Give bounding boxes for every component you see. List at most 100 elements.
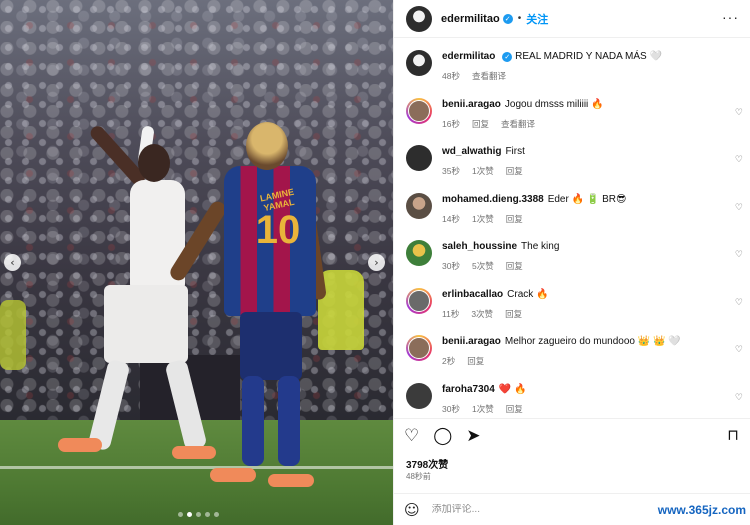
- comment-item: benii.aragao Melhor zagueiro do mundooo 👑…: [394, 329, 750, 377]
- player-barca-leg: [278, 376, 300, 466]
- caption-text: REAL MADRID Y NADA MÁS 🤍: [515, 51, 662, 62]
- post-time: 48秒前: [406, 472, 431, 481]
- post-header: edermilitao ✓ • 关注 ···: [394, 0, 750, 38]
- comment-like-count[interactable]: 1次赞: [472, 214, 494, 224]
- comment-like-icon[interactable]: ♡: [735, 250, 743, 260]
- carousel-dot-active[interactable]: [187, 512, 192, 517]
- commenter-avatar[interactable]: [406, 192, 432, 219]
- comment-username[interactable]: benii.aragao: [442, 99, 501, 110]
- comment-text: Jogou dmsss miliiii 🔥: [504, 98, 604, 110]
- translate-link[interactable]: 查看翻译: [472, 71, 506, 81]
- post-photo[interactable]: LAMINE YAMAL 10 ‹ ›: [0, 0, 393, 525]
- comment-text: Eder 🔥 🔋 BR😎: [547, 193, 627, 205]
- comment-like-icon[interactable]: ♡: [735, 108, 743, 118]
- comment-item: mohamed.dieng.3388 Eder 🔥 🔋 BR😎 14秒 1次赞 回复 …: [394, 187, 750, 235]
- steward-vest: [318, 270, 364, 350]
- comment-username[interactable]: wd_alwathig: [442, 146, 501, 157]
- caption-username[interactable]: edermilitao: [442, 51, 495, 62]
- commenter-avatar[interactable]: [406, 335, 432, 361]
- comment-time: 35秒: [442, 166, 460, 176]
- comment-like-count[interactable]: 1次赞: [472, 166, 494, 176]
- reply-button[interactable]: 回复: [472, 119, 489, 129]
- save-icon[interactable]: ⊓: [727, 426, 739, 444]
- comment-like-icon[interactable]: ♡: [735, 155, 743, 165]
- commenter-avatar[interactable]: [406, 97, 432, 124]
- comment-like-count[interactable]: 3次赞: [471, 309, 493, 319]
- player-white-boot: [58, 438, 102, 452]
- carousel-dot[interactable]: [196, 512, 201, 517]
- author-avatar[interactable]: [406, 50, 432, 76]
- player-barca-shorts: [240, 312, 302, 380]
- comment-like-icon[interactable]: ♡: [735, 393, 743, 403]
- comment-username[interactable]: saleh_houssine: [442, 241, 517, 252]
- comment-item: wd_alwathig First 35秒 1次赞 回复 ♡: [394, 139, 750, 187]
- comment-username[interactable]: benii.aragao: [442, 336, 501, 347]
- comment-username[interactable]: faroha7304: [442, 384, 495, 395]
- like-icon[interactable]: ♡: [404, 426, 419, 446]
- verified-icon: ✓: [502, 13, 513, 24]
- comment-text: Melhor zagueiro do mundooo 👑 👑 🤍: [504, 336, 681, 347]
- caption-time: 48秒: [442, 71, 460, 81]
- commenter-avatar[interactable]: [406, 240, 432, 266]
- comment-icon[interactable]: ◯: [433, 426, 452, 446]
- commenter-avatar[interactable]: [406, 145, 432, 171]
- player-white-boot: [172, 446, 216, 459]
- author-avatar[interactable]: [406, 5, 432, 32]
- emoji-icon[interactable]: ☺: [404, 501, 420, 519]
- carousel-dot[interactable]: [205, 512, 210, 517]
- comment-time: 30秒: [442, 261, 460, 271]
- reply-button[interactable]: 回复: [506, 214, 523, 224]
- more-options-icon[interactable]: ···: [722, 9, 739, 25]
- comment-item: erlinbacallao Crack 🔥 11秒 3次赞 回复 ♡: [394, 282, 750, 330]
- player-barca-boot: [210, 468, 256, 482]
- comment-time: 2秒: [442, 356, 456, 366]
- comment-item: saleh_houssine The king 30秒 5次赞 回复 ♡: [394, 234, 750, 282]
- comment-like-icon[interactable]: ♡: [735, 345, 743, 355]
- follow-button[interactable]: 关注: [526, 11, 548, 27]
- reply-button[interactable]: 回复: [506, 404, 523, 414]
- watermark-text: www.365jz.com: [657, 503, 746, 517]
- comment-like-count[interactable]: 5次赞: [472, 261, 494, 271]
- translate-link[interactable]: 查看翻译: [501, 119, 535, 129]
- reply-button[interactable]: 回复: [506, 166, 523, 176]
- caption-row: edermilitao ✓ REAL MADRID Y NADA MÁS 🤍 48…: [394, 44, 750, 92]
- comment-username[interactable]: mohamed.dieng.3388: [442, 194, 544, 205]
- comment-time: 16秒: [442, 118, 460, 129]
- share-icon[interactable]: ➤: [466, 426, 480, 446]
- verified-icon: ✓: [502, 52, 513, 62]
- carousel-next-icon[interactable]: ›: [368, 254, 385, 271]
- comment-input[interactable]: [431, 504, 632, 515]
- commenter-avatar[interactable]: [406, 287, 432, 314]
- post-sidebar: edermilitao ✓ • 关注 ··· edermilitao ✓ REAL…: [393, 0, 750, 525]
- comment-text: ❤️ 🔥: [498, 383, 527, 395]
- comment-username[interactable]: erlinbacallao: [442, 289, 503, 300]
- post-view: LAMINE YAMAL 10 ‹ › edermilitao ✓ • 关注 ·…: [0, 0, 750, 525]
- player-barca-boot: [268, 474, 314, 487]
- reply-button[interactable]: 回复: [506, 261, 523, 271]
- comments-list[interactable]: edermilitao ✓ REAL MADRID Y NADA MÁS 🤍 48…: [394, 44, 750, 416]
- action-bar: ♡ ◯ ➤ ⊓: [394, 418, 750, 452]
- carousel-dot[interactable]: [178, 512, 183, 517]
- comment-text: The king: [521, 241, 560, 252]
- comment-time: 30秒: [442, 403, 460, 414]
- comment-like-icon[interactable]: ♡: [735, 298, 743, 308]
- player-white-head: [138, 144, 170, 182]
- commenter-avatar[interactable]: [406, 382, 432, 409]
- comment-like-icon[interactable]: ♡: [735, 203, 743, 213]
- comment-time: 11秒: [442, 308, 460, 319]
- carousel-prev-icon[interactable]: ‹: [4, 254, 21, 271]
- likes-count[interactable]: 3798次赞: [406, 456, 448, 471]
- comment-text: First: [505, 146, 525, 157]
- comment-item: faroha7304 ❤️ 🔥 30秒 1次赞 回复 ♡: [394, 377, 750, 417]
- carousel-dots: [178, 512, 219, 517]
- pitch-line: [0, 466, 393, 469]
- comment-item: benii.aragao Jogou dmsss miliiii 🔥 16秒 回复 查…: [394, 92, 750, 140]
- player-white-shorts: [104, 285, 188, 363]
- carousel-dot[interactable]: [214, 512, 219, 517]
- comment-like-count[interactable]: 1次赞: [472, 404, 494, 414]
- author-username[interactable]: edermilitao: [441, 13, 500, 25]
- shirt-number: 10: [255, 208, 301, 252]
- reply-button[interactable]: 回复: [505, 309, 522, 319]
- comment-text: Crack 🔥: [507, 288, 549, 300]
- reply-button[interactable]: 回复: [467, 356, 484, 366]
